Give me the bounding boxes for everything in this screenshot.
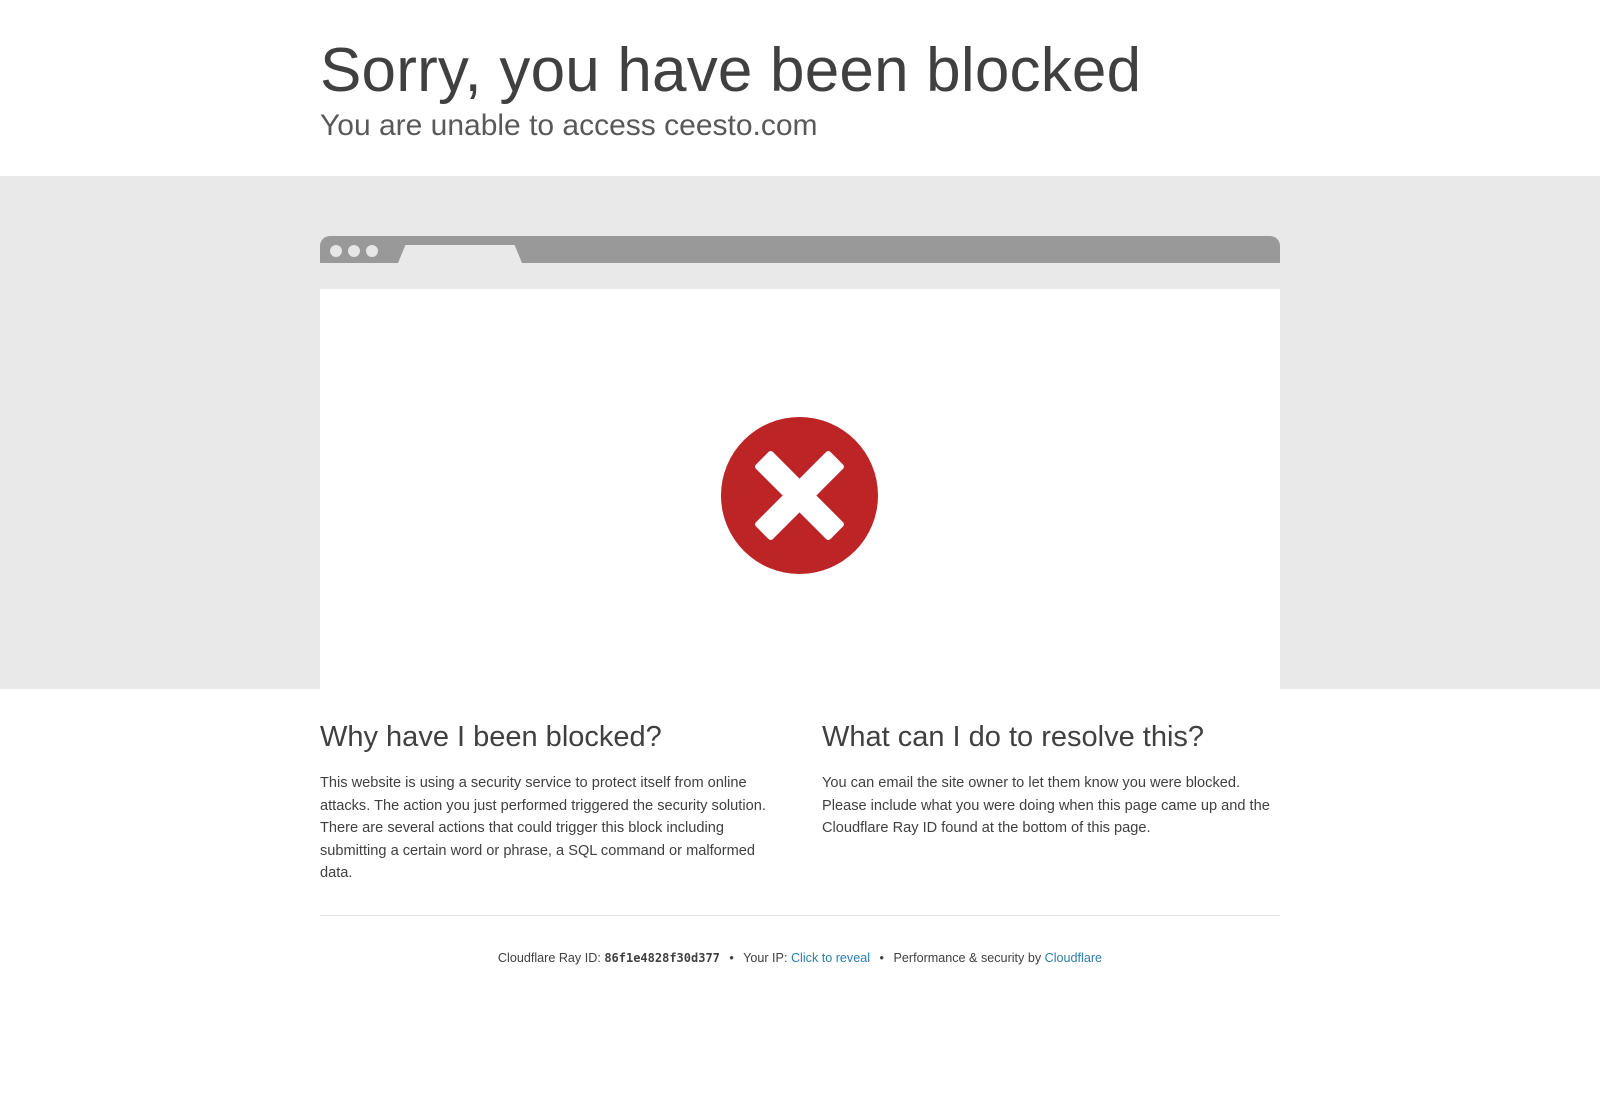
window-dot-icon — [348, 245, 360, 257]
page-title: Sorry, you have been blocked — [320, 36, 1142, 105]
browser-tab — [398, 245, 522, 263]
ray-id-value: 86f1e4828f30d377 — [604, 951, 720, 965]
illustration-band — [0, 176, 1600, 689]
performance-label: Performance & security by — [893, 951, 1042, 965]
ray-id-label: Cloudflare Ray ID: — [497, 951, 601, 965]
window-dot-icon — [330, 245, 342, 257]
page-subtitle: You are unable to access ceesto.com — [320, 109, 818, 142]
footer-divider — [320, 915, 1280, 916]
ip-label: Your IP: — [743, 951, 788, 965]
browser-window-body — [320, 289, 1280, 689]
block-x-icon — [720, 416, 879, 575]
why-blocked-heading: Why have I been blocked? — [320, 721, 662, 753]
info-section: Why have I been blocked? This website is… — [0, 689, 1600, 1113]
footer-separator: • — [729, 951, 734, 965]
browser-window-bar — [320, 236, 1280, 263]
why-blocked-text: This website is using a security service… — [320, 775, 766, 881]
resolve-heading: What can I do to resolve this? — [822, 721, 1205, 753]
resolve-text: You can email the site owner to let them… — [822, 775, 1270, 836]
page-header: Sorry, you have been blocked You are una… — [0, 0, 1600, 176]
reveal-ip-link[interactable]: Click to reveal — [791, 951, 870, 965]
cloudflare-footer: Cloudflare Ray ID: 86f1e4828f30d377 • Yo… — [0, 951, 1600, 965]
cloudflare-link[interactable]: Cloudflare — [1045, 951, 1102, 965]
window-dot-icon — [366, 245, 378, 257]
footer-separator: • — [879, 951, 884, 965]
